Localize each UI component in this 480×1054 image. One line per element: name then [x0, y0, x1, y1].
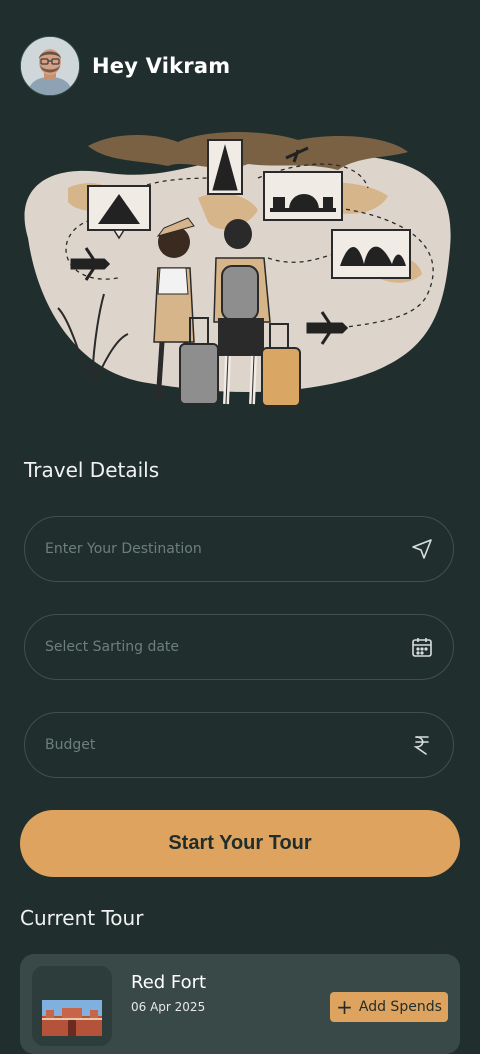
add-spends-label: Add Spends: [358, 999, 442, 1015]
hero-illustration: [8, 118, 472, 418]
start-date-field[interactable]: Select Sarting date: [24, 614, 454, 680]
destination-field[interactable]: Enter Your Destination: [24, 516, 454, 582]
budget-field[interactable]: Budget: [24, 712, 454, 778]
calendar-icon[interactable]: [409, 634, 435, 660]
budget-placeholder: Budget: [45, 737, 96, 753]
plus-icon: +: [336, 995, 353, 1019]
travel-details-heading: Travel Details: [24, 458, 160, 482]
tour-thumbnail: [32, 966, 112, 1046]
tour-name: Red Fort: [131, 972, 207, 993]
greeting-text: Hey Vikram: [92, 54, 231, 78]
avatar[interactable]: [20, 36, 80, 96]
add-spends-button[interactable]: + Add Spends: [330, 992, 448, 1022]
tour-date: 06 Apr 2025: [131, 1000, 206, 1014]
header: Hey Vikram: [20, 36, 230, 96]
destination-placeholder: Enter Your Destination: [45, 541, 202, 557]
start-tour-button[interactable]: Start Your Tour: [20, 810, 460, 877]
current-tour-heading: Current Tour: [20, 906, 144, 930]
current-tour-card[interactable]: Red Fort 06 Apr 2025 + Add Spends: [20, 954, 460, 1054]
rupee-icon: [409, 732, 435, 758]
start-date-placeholder: Select Sarting date: [45, 639, 180, 655]
send-icon[interactable]: [409, 536, 435, 562]
